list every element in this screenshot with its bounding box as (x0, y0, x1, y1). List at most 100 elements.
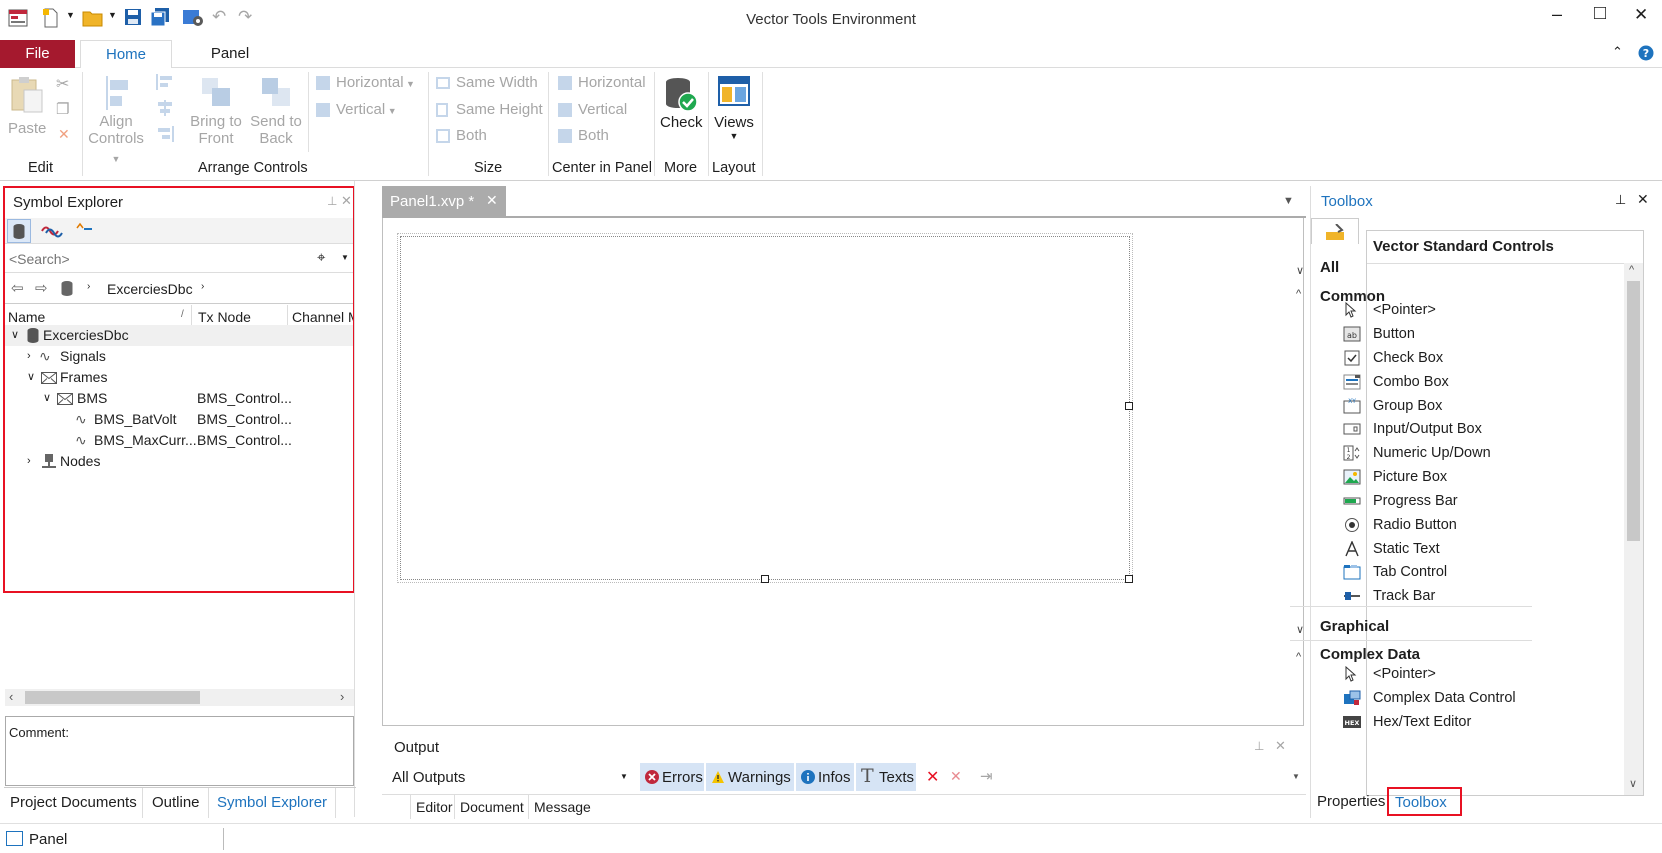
center-both-button[interactable]: Both (558, 127, 609, 144)
symbol-search-box[interactable]: ⌖ ▼ (5, 245, 353, 273)
doc-tab-close-icon[interactable]: ✕ (486, 192, 498, 209)
tree-row-signals[interactable]: › ∿ Signals (5, 346, 353, 367)
signal-wave-icon[interactable] (41, 223, 63, 239)
tab-symbol-explorer[interactable]: Symbol Explorer (217, 794, 327, 811)
col-channel[interactable]: Channel M (292, 309, 353, 325)
expand-icon[interactable]: › (27, 346, 31, 367)
collapse-ribbon-icon[interactable]: ⌃ (1612, 44, 1623, 60)
tab-project-documents[interactable]: Project Documents (10, 794, 137, 811)
toolbox-pin-icon[interactable]: ⊥ (1615, 192, 1626, 208)
sort-icon[interactable] (75, 222, 93, 238)
col-name[interactable]: Name (8, 309, 45, 325)
filter-dropdown-icon[interactable]: ▼ (620, 772, 628, 781)
tab-panel[interactable]: Panel (195, 40, 265, 68)
close-panel-icon[interactable]: ✕ (341, 193, 352, 209)
col-document[interactable]: Document (460, 799, 524, 815)
resize-handle-bottom[interactable] (761, 575, 769, 583)
tab-outline[interactable]: Outline (152, 794, 200, 811)
close-button[interactable]: ✕ (1634, 5, 1648, 25)
copy-icon[interactable]: ❐ (56, 100, 69, 118)
warnings-button[interactable]: Warnings (706, 763, 794, 791)
maximize-button[interactable]: □ (1594, 2, 1606, 25)
tree-row-bms[interactable]: ∨ BMS BMS_Control... (5, 388, 353, 409)
panel-canvas[interactable] (382, 218, 1304, 726)
scroll-thumb[interactable] (25, 691, 200, 704)
search-dropdown-icon[interactable]: ▼ (341, 253, 349, 262)
resize-handle-corner[interactable] (1125, 575, 1133, 583)
scroll-thumb[interactable] (1627, 281, 1640, 541)
group-all-chevron-icon[interactable]: ∨ (1296, 264, 1304, 277)
resize-handle-right[interactable] (1125, 402, 1133, 410)
breadcrumb-next-icon[interactable]: › (201, 281, 204, 292)
scroll-up-icon[interactable]: ^ (1629, 264, 1634, 276)
align-center-icon[interactable] (156, 100, 174, 116)
group-complex-chevron-icon[interactable]: ^ (1296, 651, 1301, 663)
align-controls-button[interactable]: Align Controls ▼ (86, 113, 146, 168)
scroll-right-icon[interactable]: › (340, 689, 344, 704)
group-graphical[interactable]: Graphical (1320, 618, 1389, 635)
tab-properties[interactable]: Properties (1317, 793, 1385, 810)
align-right-icon[interactable] (156, 126, 174, 142)
doc-dropdown-icon[interactable]: ▼ (1283, 195, 1294, 207)
back-arrow-icon[interactable]: ⇦ (11, 279, 24, 297)
breadcrumb-item[interactable]: ExcerciesDbc (107, 281, 193, 297)
group-complex-data[interactable]: Complex Data (1320, 646, 1420, 663)
paste-button[interactable]: Paste (8, 120, 46, 137)
same-both-button[interactable]: Both (436, 127, 487, 144)
same-width-button[interactable]: Same Width (436, 74, 538, 91)
toolbox-vscrollbar[interactable]: ^ ∨ (1624, 263, 1643, 795)
collapse-icon[interactable]: ∨ (11, 325, 19, 346)
tab-toolbox[interactable]: Toolbox (1387, 787, 1462, 816)
center-vertical-button[interactable]: Vertical (558, 101, 627, 118)
doc-tab-panel1[interactable]: Panel1.xvp * ✕ (382, 186, 506, 218)
output-close-icon[interactable]: ✕ (1275, 738, 1286, 754)
scroll-left-icon[interactable]: ‹ (9, 689, 13, 704)
database-view-button[interactable] (7, 219, 31, 243)
col-message[interactable]: Message (534, 799, 591, 815)
delete-icon[interactable]: ✕ (58, 126, 70, 143)
align-left-icon[interactable] (156, 74, 174, 90)
group-common-chevron-icon[interactable]: ^ (1296, 288, 1301, 300)
clear-all-icon[interactable]: ✕ (950, 768, 962, 785)
group-graphical-chevron-icon[interactable]: ∨ (1296, 623, 1304, 636)
tree-row-frames[interactable]: ∨ Frames (5, 367, 353, 388)
tree-row-batvolt[interactable]: ∿ BMS_BatVolt BMS_Control... (5, 409, 353, 430)
arrange-vertical-button[interactable]: Vertical ▼ (316, 101, 397, 118)
arrange-horizontal-button[interactable]: Horizontal ▼ (316, 74, 415, 91)
goto-message-icon[interactable]: ⇥ (980, 767, 993, 785)
output-filter-select[interactable]: All Outputs ▼ (382, 764, 634, 790)
infos-button[interactable]: Infos (796, 763, 854, 791)
views-button[interactable]: Views ▼ (714, 114, 754, 141)
expand-icon[interactable]: › (27, 451, 31, 472)
forward-arrow-icon[interactable]: ⇨ (35, 279, 48, 297)
send-to-back-button[interactable]: Send to Back (248, 113, 304, 147)
tab-home[interactable]: Home (80, 40, 172, 69)
errors-button[interactable]: Errors (640, 763, 704, 791)
clear-output-icon[interactable]: ✕ (926, 767, 939, 787)
toolbox-close-icon[interactable]: ✕ (1637, 191, 1649, 208)
pin-icon[interactable]: ⊥ (327, 194, 337, 208)
help-icon[interactable]: ? (1638, 45, 1654, 61)
cut-icon[interactable]: ✂ (56, 74, 69, 94)
tree-row-maxcurr[interactable]: ∿ BMS_MaxCurr... BMS_Control... (5, 430, 353, 451)
collapse-icon[interactable]: ∨ (27, 367, 35, 388)
tree-row-root[interactable]: ∨ ExcerciesDbc (5, 325, 353, 346)
panel-design-surface[interactable] (397, 233, 1133, 583)
group-all[interactable]: All (1320, 259, 1339, 276)
col-editor[interactable]: Editor (416, 799, 453, 815)
tree-row-nodes[interactable]: › Nodes (5, 451, 353, 472)
center-horizontal-button[interactable]: Horizontal (558, 74, 646, 91)
bring-to-front-button[interactable]: Bring to Front (186, 113, 246, 147)
texts-button[interactable]: T Texts (856, 763, 916, 791)
symbol-hscrollbar[interactable]: ‹ › (5, 689, 354, 706)
binoculars-icon[interactable]: ⌖ (317, 249, 325, 266)
output-pin-icon[interactable]: ⊥ (1254, 739, 1264, 753)
minimize-button[interactable]: – (1552, 4, 1562, 25)
same-height-button[interactable]: Same Height (436, 101, 543, 118)
toolbar-more-icon[interactable]: ▼ (1292, 772, 1300, 781)
symbol-search-input[interactable] (9, 249, 309, 269)
check-button[interactable]: Check (660, 114, 703, 131)
tab-file[interactable]: File (0, 40, 75, 68)
toolbox-category-tab[interactable] (1311, 218, 1359, 244)
collapse-icon[interactable]: ∨ (43, 388, 51, 409)
